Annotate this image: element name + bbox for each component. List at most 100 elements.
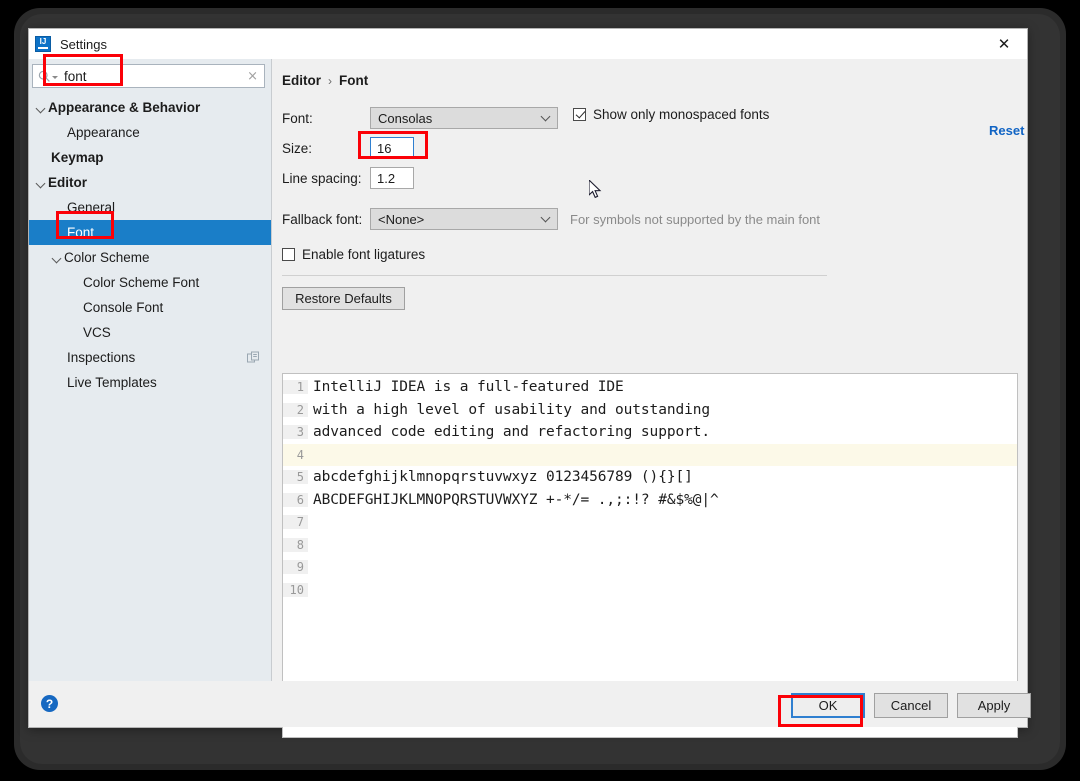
preview-line-text: with a high level of usability and outst… (313, 401, 710, 418)
logo-text: IJ (39, 37, 47, 46)
breadcrumb-root[interactable]: Editor (282, 73, 321, 88)
line-spacing-value: 1.2 (377, 170, 396, 186)
preview-line: 3 advanced code editing and refactoring s… (283, 421, 1017, 444)
sidebar-item-appearance[interactable]: Appearance (29, 120, 271, 145)
line-number: 1 (283, 380, 308, 395)
sidebar-item-label: Color Scheme Font (83, 275, 200, 290)
sidebar-item-appearance-behavior[interactable]: Appearance & Behavior (29, 95, 271, 120)
breadcrumb-leaf: Font (339, 73, 369, 88)
size-label: Size: (282, 140, 313, 156)
copy-icon[interactable] (247, 351, 260, 364)
preview-line: 5 abcdefghijklmnopqrstuvwxyz 0123456789 (… (283, 466, 1017, 489)
preview-line-text: IntelliJ IDEA is a full-featured IDE (313, 379, 624, 396)
line-number: 7 (283, 515, 308, 530)
restore-defaults-button[interactable]: Restore Defaults (282, 287, 405, 310)
font-row: Font: Consolas Show only monospaced font… (282, 107, 1027, 129)
sidebar-item-label: Appearance & Behavior (48, 100, 201, 115)
chevron-down-icon[interactable] (51, 251, 64, 264)
sidebar-item-color-scheme-font[interactable]: Color Scheme Font (29, 270, 271, 295)
size-row: Size: 16 (282, 137, 1027, 159)
dialog-titlebar: IJ Settings ✕ (29, 29, 1027, 59)
sidebar-item-label: VCS (83, 325, 111, 340)
intellij-idea-logo-icon: IJ (35, 36, 51, 52)
desktop-background: IJ Settings ✕ font × Appearance & Behavi… (0, 0, 1080, 781)
breadcrumb-separator-icon: › (328, 73, 332, 88)
line-spacing-row: Line spacing: 1.2 (282, 167, 1027, 189)
show-monospaced-label: Show only monospaced fonts (593, 107, 770, 122)
line-number: 8 (283, 537, 308, 552)
sidebar-item-general[interactable]: General (29, 195, 271, 220)
sidebar-item-label: Appearance (67, 125, 140, 140)
sidebar-item-label: Live Templates (67, 375, 157, 390)
cancel-button[interactable]: Cancel (874, 693, 948, 718)
chevron-down-icon[interactable] (35, 101, 48, 114)
line-spacing-input[interactable]: 1.2 (370, 167, 414, 189)
sidebar-item-label: Editor (48, 175, 87, 190)
sidebar-item-editor[interactable]: Editor (29, 170, 271, 195)
line-number: 9 (283, 560, 308, 575)
settings-dialog: IJ Settings ✕ font × Appearance & Behavi… (28, 28, 1031, 738)
font-settings-form: Font: Consolas Show only monospaced font… (272, 88, 1027, 310)
sidebar-item-vcs[interactable]: VCS (29, 320, 271, 345)
logo-underline (38, 47, 48, 49)
sidebar-item-label: Inspections (67, 350, 136, 365)
preview-line: 8 (283, 534, 1017, 557)
preview-line: 6 ABCDEFGHIJKLMNOPQRSTUVWXYZ +-*/= .,;:!?… (283, 489, 1017, 512)
help-icon[interactable]: ? (41, 695, 58, 712)
sidebar-item-console-font[interactable]: Console Font (29, 295, 271, 320)
ligatures-row: Enable font ligatures (282, 247, 1027, 262)
search-icon (38, 70, 51, 83)
line-number: 4 (283, 447, 308, 462)
sidebar-item-label: General (67, 200, 116, 215)
preview-line: 1 IntelliJ IDEA is a full-featured IDE (283, 376, 1017, 399)
preview-line-text: abcdefghijklmnopqrstuvwxyz 0123456789 ()… (313, 469, 693, 486)
settings-main-panel: Editor › Font Reset Font: Consolas Show … (272, 59, 1027, 738)
line-number: 5 (283, 470, 308, 485)
preview-line: 9 (283, 556, 1017, 579)
preview-line: 7 (283, 511, 1017, 534)
breadcrumb: Editor › Font (272, 59, 1027, 88)
sidebar-item-label: Console Font (83, 300, 164, 315)
show-monospaced-checkbox[interactable] (573, 108, 586, 121)
sidebar-item-keymap[interactable]: Keymap (29, 145, 271, 170)
font-label: Font: (282, 110, 313, 126)
sidebar-item-color-scheme[interactable]: Color Scheme (29, 245, 271, 270)
clear-icon[interactable]: × (245, 69, 260, 84)
fallback-font-hint: For symbols not supported by the main fo… (570, 211, 821, 227)
settings-tree: Appearance & Behavior Appearance Keymap Edi… (29, 92, 271, 681)
fallback-font-value: <None> (378, 211, 425, 227)
sidebar-item-inspections[interactable]: Inspections (29, 345, 271, 370)
apply-button[interactable]: Apply (957, 693, 1031, 718)
fallback-font-row: Fallback font: <None> For symbols not su… (282, 208, 1027, 230)
line-number: 6 (283, 492, 308, 507)
font-family-value: Consolas (378, 110, 433, 126)
sidebar-item-label: Font (67, 225, 95, 240)
line-spacing-label: Line spacing: (282, 170, 362, 186)
enable-ligatures-checkbox[interactable] (282, 248, 295, 261)
show-monospaced-row: Show only monospaced fonts (573, 107, 769, 122)
preview-line: 4 (283, 443, 1017, 466)
chevron-down-icon (540, 111, 551, 122)
enable-ligatures-label: Enable font ligatures (302, 247, 426, 262)
sidebar-item-label: Color Scheme (64, 250, 150, 265)
search-input[interactable]: font (64, 69, 245, 84)
close-icon[interactable]: ✕ (981, 29, 1027, 59)
sidebar-item-label: Keymap (51, 150, 104, 165)
dialog-footer: ? OK Cancel Apply (29, 681, 1031, 727)
sidebar-item-live-templates[interactable]: Live Templates (29, 370, 271, 395)
chevron-down-icon[interactable] (35, 176, 48, 189)
font-family-select[interactable]: Consolas (370, 107, 558, 129)
sidebar-item-font[interactable]: Font (29, 220, 271, 245)
settings-sidebar: font × Appearance & Behavior Appearance Ke… (29, 59, 272, 681)
fallback-font-select[interactable]: <None> (370, 208, 558, 230)
preview-line: 2 with a high level of usability and outs… (283, 399, 1017, 422)
line-number: 3 (283, 425, 308, 440)
dialog-title: Settings (60, 36, 107, 52)
preview-line-text: ABCDEFGHIJKLMNOPQRSTUVWXYZ +-*/= .,;:!? … (313, 491, 719, 508)
size-input[interactable]: 16 (370, 137, 414, 159)
ok-button[interactable]: OK (791, 693, 865, 718)
chevron-down-icon[interactable] (52, 76, 58, 79)
preview-line-text: advanced code editing and refactoring su… (313, 424, 710, 441)
search-field[interactable]: font × (32, 64, 265, 88)
size-value: 16 (377, 140, 392, 156)
